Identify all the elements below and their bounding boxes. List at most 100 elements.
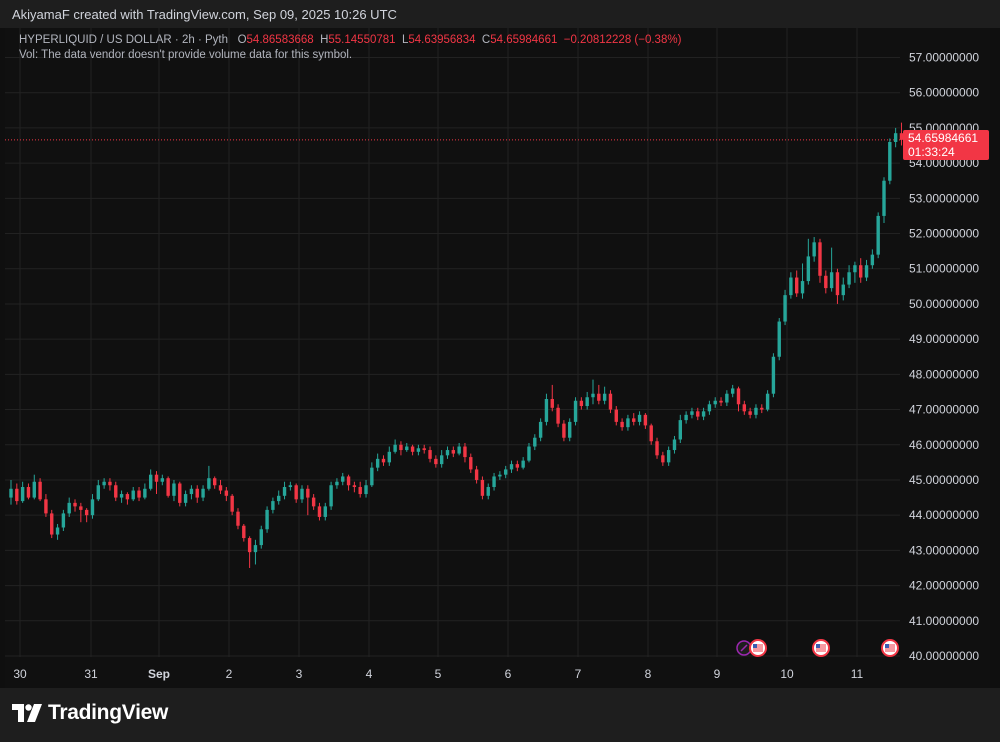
candle-body (492, 476, 496, 488)
y-tick-label: 45.00000000 (909, 473, 979, 487)
x-tick-label: Sep (148, 667, 170, 681)
candle-body (469, 457, 473, 470)
candle-body (829, 272, 834, 289)
candle-body (230, 495, 234, 512)
candle-body (346, 476, 351, 486)
y-tick-label: 51.00000000 (909, 262, 979, 276)
candle-body (696, 411, 700, 417)
candle-body (242, 525, 246, 539)
candle-body (102, 481, 106, 486)
candle-body (125, 494, 130, 500)
candle-body (806, 256, 811, 282)
candle-body (614, 409, 618, 422)
calendar-event[interactable] (736, 640, 752, 656)
candle-body (719, 400, 723, 403)
candle-body (236, 511, 240, 526)
candle-body (189, 488, 194, 495)
candle-body (626, 418, 630, 428)
candle-body (277, 495, 281, 502)
candle-body (166, 478, 170, 496)
candle-body (789, 277, 793, 296)
candle-body (218, 485, 223, 491)
candle-body (893, 133, 898, 142)
close-label: C (481, 34, 491, 46)
x-tick-label: 5 (435, 667, 442, 681)
candle-body (800, 281, 805, 294)
candle-body (201, 488, 205, 498)
y-tick-label: 46.00000000 (909, 438, 979, 452)
x-tick-label: 3 (296, 667, 303, 681)
candle-body (387, 451, 391, 463)
candle-body (568, 421, 572, 438)
candle-body (876, 215, 880, 255)
tradingview-logo[interactable]: TradingView (12, 701, 168, 725)
high-value: 55.14550781 (328, 34, 396, 46)
y-tick-label: 40.00000000 (909, 649, 979, 663)
candle-body (730, 388, 735, 394)
axis-ticks: 57.0000000056.0000000055.0000000054.0000… (13, 51, 979, 682)
candle-body (573, 400, 578, 422)
candle-body (247, 538, 252, 553)
open-label: O (237, 34, 247, 46)
candle-body (736, 388, 741, 405)
candle-body (207, 478, 211, 489)
candle-body (562, 423, 566, 438)
candle-body (178, 483, 182, 503)
ohlc-legend: HYPERLIQUID / US DOLLAR · 2h · Pyth O 54.… (19, 33, 681, 48)
us-flag-event[interactable] (881, 639, 899, 657)
candle-body (323, 506, 327, 517)
y-tick-label: 42.00000000 (909, 579, 979, 593)
x-tick-label: 30 (13, 667, 27, 681)
us-flag-event[interactable] (812, 639, 830, 657)
candle-body (637, 414, 642, 422)
candle-body (148, 474, 153, 489)
candle-body (754, 407, 758, 415)
event-markers[interactable] (736, 639, 899, 657)
candle-body (602, 393, 607, 401)
candle-body (859, 265, 863, 278)
last-price-value: 54.65984661 (908, 131, 979, 145)
candle-body (399, 444, 403, 451)
candle-body (864, 265, 869, 278)
candle-body (486, 487, 490, 496)
candle-body (154, 474, 159, 482)
candle-body (853, 265, 857, 273)
candle-body (288, 485, 293, 488)
price-chart[interactable]: 57.0000000056.0000000055.0000000054.0000… (0, 0, 1000, 742)
candles (9, 122, 904, 568)
candle-body (96, 485, 100, 500)
symbol-title[interactable]: HYPERLIQUID / US DOLLAR · 2h · Pyth (19, 34, 228, 46)
close-value: 54.65984661 (490, 34, 558, 46)
y-tick-label: 43.00000000 (909, 543, 979, 557)
candle-body (515, 464, 520, 468)
us-flag-event[interactable] (749, 639, 767, 657)
candle-body (183, 494, 188, 503)
tradingview-logo-text: TradingView (48, 701, 169, 724)
candle-body (550, 398, 554, 408)
candle-body (591, 393, 595, 398)
candle-body (224, 490, 229, 496)
candle-body (888, 141, 892, 181)
candle-body (311, 497, 316, 507)
candle-body (678, 420, 682, 440)
x-tick-label: 31 (84, 667, 98, 681)
candle-body (439, 455, 444, 465)
candle-body (771, 356, 776, 394)
candle-body (393, 444, 397, 452)
candle-body (841, 284, 845, 296)
candle-body (585, 397, 589, 407)
bar-countdown: 01:33:24 (908, 145, 955, 159)
candle-body (451, 450, 456, 454)
x-tick-label: 6 (505, 667, 512, 681)
candle-body (707, 404, 712, 412)
candle-body (632, 418, 636, 422)
candle-body (538, 421, 543, 438)
candle-body (498, 474, 502, 477)
candle-body (26, 487, 31, 498)
candle-body (643, 414, 648, 426)
candle-body (294, 485, 298, 500)
candle-body (457, 446, 461, 454)
x-tick-label: 8 (645, 667, 652, 681)
candle-body (32, 481, 36, 498)
candle-body (521, 460, 525, 468)
